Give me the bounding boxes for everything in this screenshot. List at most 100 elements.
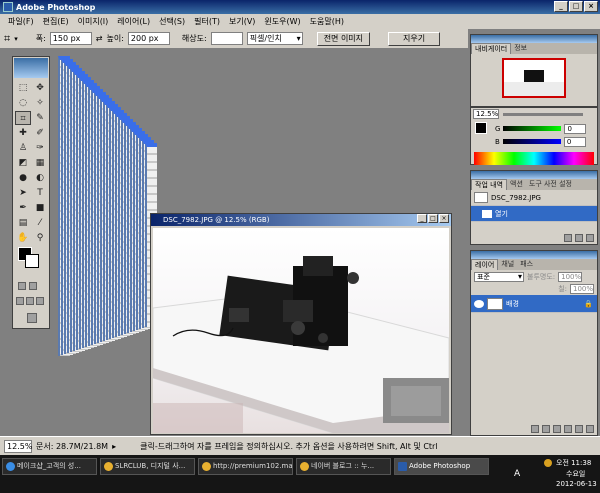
quick-mask-icon[interactable] — [29, 282, 37, 290]
doc-minimize-button[interactable]: _ — [417, 214, 427, 223]
close-button[interactable]: × — [584, 1, 598, 12]
gradient-tool-icon[interactable]: ▦ — [32, 156, 48, 170]
minimize-button[interactable]: _ — [554, 1, 568, 12]
screen-mode-2-icon[interactable] — [26, 297, 34, 305]
lasso-tool-icon[interactable]: ◌ — [15, 96, 31, 110]
marquee-tool-icon[interactable]: ⬚ — [15, 81, 31, 95]
brush-tool-icon[interactable]: ✐ — [32, 126, 48, 140]
layer-set-icon[interactable] — [553, 425, 561, 433]
navigator-zoom-field[interactable]: 12.5% — [473, 109, 499, 119]
snapshot-name: DSC_7982.JPG — [491, 193, 541, 202]
navigator-zoom-slider[interactable] — [503, 112, 583, 116]
layer-mask-icon[interactable] — [542, 425, 550, 433]
opacity-value[interactable]: 100% — [558, 271, 583, 282]
resolution-unit-select[interactable]: 픽셀/인치 — [246, 32, 303, 45]
eraser-tool-icon[interactable]: ◩ — [15, 156, 31, 170]
history-snapshot[interactable]: DSC_7982.JPG — [471, 190, 597, 206]
visibility-eye-icon[interactable] — [474, 299, 484, 308]
taskbar-item-photoshop[interactable]: Adobe Photoshop — [394, 458, 489, 475]
doc-maximize-button[interactable]: □ — [428, 214, 438, 223]
taskbar-item-slrclub[interactable]: SLRCLUB, 디지털 사... — [100, 458, 195, 475]
tab-actions[interactable]: 액션 — [507, 179, 526, 190]
status-arrow-icon[interactable]: ▸ — [112, 442, 116, 451]
dodge-tool-icon[interactable]: ◐ — [32, 171, 48, 185]
taskbar-item-premium[interactable]: http://premium102.ma... — [198, 458, 293, 475]
screen-mode-3-icon[interactable] — [36, 297, 44, 305]
green-channel-slider[interactable] — [503, 126, 562, 131]
layer-style-icon[interactable] — [531, 425, 539, 433]
delete-layer-icon[interactable] — [586, 425, 594, 433]
tab-info[interactable]: 정보 — [511, 43, 530, 54]
taskbar-item-makeshop[interactable]: 메이크샵_고객의 성... — [2, 458, 97, 475]
tab-navigator[interactable]: 내비게이터 — [471, 43, 512, 54]
new-document-from-state-icon[interactable] — [564, 234, 572, 242]
zoom-tool-icon[interactable]: ⚲ — [32, 231, 48, 245]
new-layer-icon[interactable] — [575, 425, 583, 433]
jump-to-imageready-icon[interactable] — [27, 313, 37, 323]
clone-stamp-tool-icon[interactable]: ♙ — [15, 141, 31, 155]
menu-view[interactable]: 보기(V) — [229, 16, 255, 27]
menu-image[interactable]: 이미지(I) — [78, 16, 109, 27]
tab-paths[interactable]: 패스 — [517, 259, 536, 270]
taskbar-item-naver[interactable]: 네이버 블로그 :: 누... — [296, 458, 391, 475]
notes-tool-icon[interactable]: ▤ — [15, 216, 31, 230]
tool-preset-dropdown-icon[interactable]: ▾ — [14, 35, 18, 43]
magic-wand-tool-icon[interactable]: ✧ — [32, 96, 48, 110]
height-input[interactable] — [127, 32, 170, 45]
navigator-preview[interactable] — [502, 58, 566, 98]
background-color-swatch[interactable] — [25, 254, 39, 268]
tray-icon[interactable] — [544, 459, 552, 467]
menu-select[interactable]: 선택(S) — [159, 16, 185, 27]
tab-channels[interactable]: 채널 — [498, 259, 517, 270]
menu-window[interactable]: 윈도우(W) — [264, 16, 300, 27]
slice-tool-icon[interactable]: ✎ — [32, 111, 48, 125]
blend-mode-select[interactable]: 표준 — [474, 271, 524, 282]
color-spectrum[interactable] — [474, 152, 594, 165]
clock-time[interactable]: 오전 11:38 — [556, 458, 591, 468]
type-tool-icon[interactable]: T — [32, 186, 48, 200]
history-item[interactable]: 열기 — [471, 206, 597, 222]
tab-tool-presets[interactable]: 도구 사전 설정 — [526, 179, 575, 190]
document-canvas[interactable] — [153, 228, 449, 433]
layer-row-background[interactable]: 배경 🔒 — [471, 295, 597, 313]
delete-state-icon[interactable] — [586, 234, 594, 242]
blue-channel-value[interactable]: 0 — [563, 136, 586, 147]
input-language-indicator[interactable]: A — [514, 469, 520, 479]
standard-mode-icon[interactable] — [18, 282, 26, 290]
screen-mode-1-icon[interactable] — [16, 297, 24, 305]
menu-file[interactable]: 파일(F) — [8, 16, 34, 27]
healing-brush-tool-icon[interactable]: ✚ — [15, 126, 31, 140]
document-size: 문서: 28.7M/21.8M — [36, 441, 109, 451]
crop-tool-icon[interactable]: ⌗ — [4, 32, 10, 46]
front-image-button[interactable]: 전면 이미지 — [316, 31, 371, 46]
blur-tool-icon[interactable]: ● — [15, 171, 31, 185]
menu-help[interactable]: 도움말(H) — [310, 16, 344, 27]
move-tool-icon[interactable]: ✥ — [32, 81, 48, 95]
menu-layer[interactable]: 레이어(L) — [117, 16, 150, 27]
clear-button[interactable]: 지우기 — [388, 31, 441, 46]
swap-icon[interactable]: ⇄ — [96, 34, 103, 43]
width-input[interactable] — [49, 32, 92, 45]
crop-tool-icon[interactable]: ⌗ — [15, 111, 31, 125]
adjustment-layer-icon[interactable] — [564, 425, 572, 433]
status-zoom-field[interactable]: 12.5% — [4, 439, 32, 453]
doc-close-button[interactable]: × — [439, 214, 449, 223]
new-snapshot-icon[interactable] — [575, 234, 583, 242]
menu-filter[interactable]: 필터(T) — [194, 16, 220, 27]
path-selection-tool-icon[interactable]: ➤ — [15, 186, 31, 200]
pen-tool-icon[interactable]: ✒ — [15, 201, 31, 215]
eyedropper-tool-icon[interactable]: ⁄ — [32, 216, 48, 230]
tab-layers[interactable]: 레이어 — [471, 259, 499, 270]
photoshop-icon — [3, 2, 13, 12]
tab-history[interactable]: 작업 내역 — [471, 179, 507, 190]
hand-tool-icon[interactable]: ✋ — [15, 231, 31, 245]
resolution-input[interactable] — [210, 32, 243, 45]
menu-edit[interactable]: 편집(E) — [43, 16, 69, 27]
shape-tool-icon[interactable]: ■ — [32, 201, 48, 215]
maximize-button[interactable]: □ — [569, 1, 583, 12]
history-brush-tool-icon[interactable]: ✑ — [32, 141, 48, 155]
green-channel-value[interactable]: 0 — [564, 123, 587, 134]
fill-value[interactable]: 100% — [570, 284, 594, 294]
color-swatch-mini[interactable] — [475, 122, 487, 134]
blue-channel-slider[interactable] — [502, 139, 561, 144]
